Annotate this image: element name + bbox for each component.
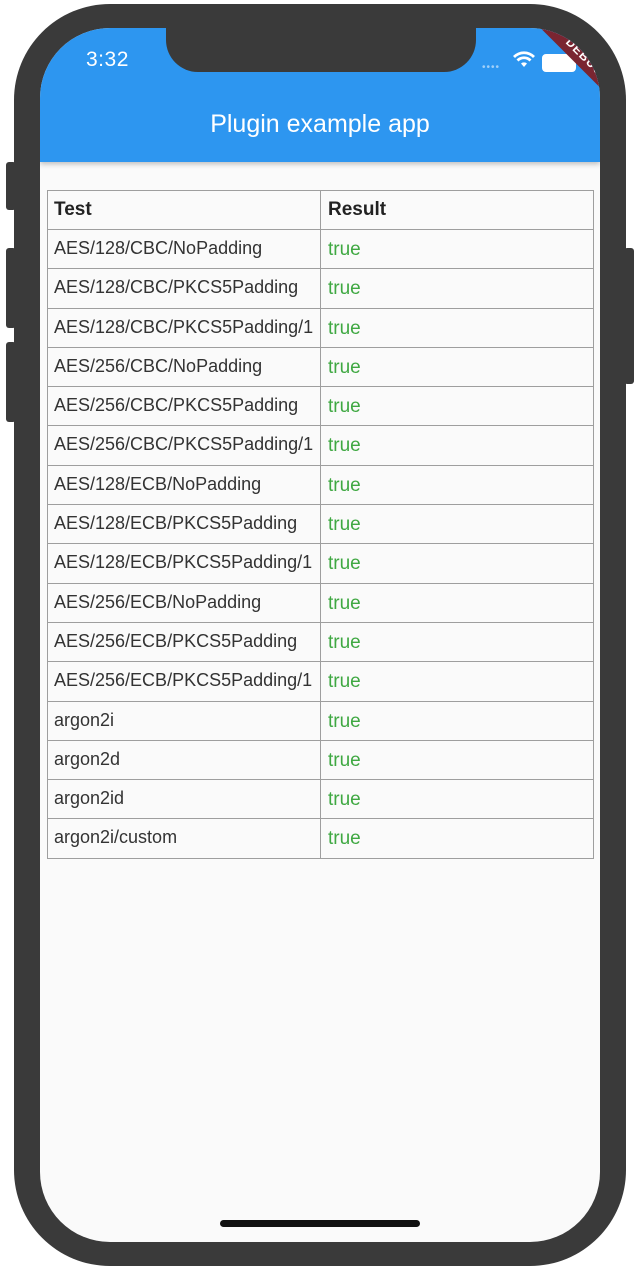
- test-name-cell: argon2i: [48, 701, 321, 740]
- table-row: AES/256/CBC/PKCS5Padding/1 true: [48, 425, 593, 465]
- table-row: AES/128/ECB/NoPadding true: [48, 464, 593, 505]
- test-name-cell: AES/128/ECB/PKCS5Padding/1: [48, 544, 321, 583]
- table-row: AES/256/ECB/NoPadding true: [48, 582, 593, 622]
- table-row: argon2id true: [48, 779, 593, 819]
- result-cell: true: [328, 828, 361, 850]
- result-cell: true: [328, 710, 361, 732]
- test-name-cell: AES/256/ECB/NoPadding: [48, 583, 321, 622]
- test-name-cell: argon2id: [48, 780, 321, 819]
- test-name-cell: AES/128/ECB/PKCS5Padding: [48, 505, 321, 544]
- table-header-row: Test Result: [48, 191, 593, 229]
- test-name-cell: AES/256/ECB/PKCS5Padding/1: [48, 662, 321, 701]
- page-title: Plugin example app: [210, 110, 430, 138]
- result-cell: true: [328, 631, 361, 653]
- table-row: AES/128/CBC/PKCS5Padding true: [48, 268, 593, 308]
- test-name-cell: AES/256/ECB/PKCS5Padding: [48, 622, 321, 662]
- table-row: AES/256/ECB/PKCS5Padding/1 true: [48, 661, 593, 701]
- result-cell: true: [328, 239, 361, 260]
- test-name-cell: AES/128/CBC/NoPadding: [48, 230, 321, 269]
- result-cell: true: [328, 435, 361, 457]
- results-table: Test Result AES/128/CBC/NoPadding true AES…: [47, 190, 594, 859]
- result-cell: true: [328, 671, 361, 693]
- table-row: AES/256/ECB/PKCS5Padding true: [48, 621, 593, 662]
- table-row: argon2i/custom true: [48, 818, 593, 858]
- table-row: AES/256/CBC/PKCS5Padding true: [48, 386, 593, 426]
- table-row: argon2i true: [48, 700, 593, 740]
- table-row: AES/256/CBC/NoPadding true: [48, 346, 593, 387]
- table-row: AES/128/CBC/PKCS5Padding/1 true: [48, 307, 593, 347]
- test-name-cell: AES/128/CBC/PKCS5Padding: [48, 269, 321, 308]
- table-row: argon2d true: [48, 739, 593, 780]
- wifi-icon: [513, 51, 535, 67]
- test-name-cell: AES/128/ECB/NoPadding: [48, 465, 321, 505]
- table-row: AES/128/CBC/NoPadding true: [48, 229, 593, 269]
- result-cell: true: [328, 356, 361, 378]
- test-name-cell: argon2d: [48, 740, 321, 780]
- test-name-cell: AES/128/CBC/PKCS5Padding/1: [48, 308, 321, 347]
- result-cell: true: [328, 553, 361, 575]
- table-row: AES/128/ECB/PKCS5Padding true: [48, 504, 593, 544]
- notch: [166, 28, 476, 72]
- result-cell: true: [328, 592, 361, 614]
- result-cell: true: [328, 514, 361, 536]
- status-time: 3:32: [86, 48, 129, 71]
- table-row: AES/128/ECB/PKCS5Padding/1 true: [48, 543, 593, 583]
- result-cell: true: [328, 474, 361, 496]
- result-cell: true: [328, 749, 361, 771]
- signal-icon: ••••: [482, 62, 501, 73]
- screen: 3:32 •••• DEBUG Plugin example app Test …: [40, 28, 600, 1242]
- home-indicator[interactable]: [220, 1220, 420, 1227]
- test-name-cell: AES/256/CBC/PKCS5Padding/1: [48, 426, 321, 465]
- header-test: Test: [48, 191, 321, 229]
- result-cell: true: [328, 278, 361, 300]
- result-cell: true: [328, 789, 361, 811]
- test-name-cell: AES/256/CBC/NoPadding: [48, 347, 321, 387]
- header-result: Result: [328, 199, 387, 220]
- test-name-cell: argon2i/custom: [48, 819, 321, 858]
- test-name-cell: AES/256/CBC/PKCS5Padding: [48, 387, 321, 426]
- app-bar: 3:32 •••• DEBUG Plugin example app: [40, 28, 600, 162]
- result-cell: true: [328, 396, 361, 418]
- result-cell: true: [328, 317, 361, 339]
